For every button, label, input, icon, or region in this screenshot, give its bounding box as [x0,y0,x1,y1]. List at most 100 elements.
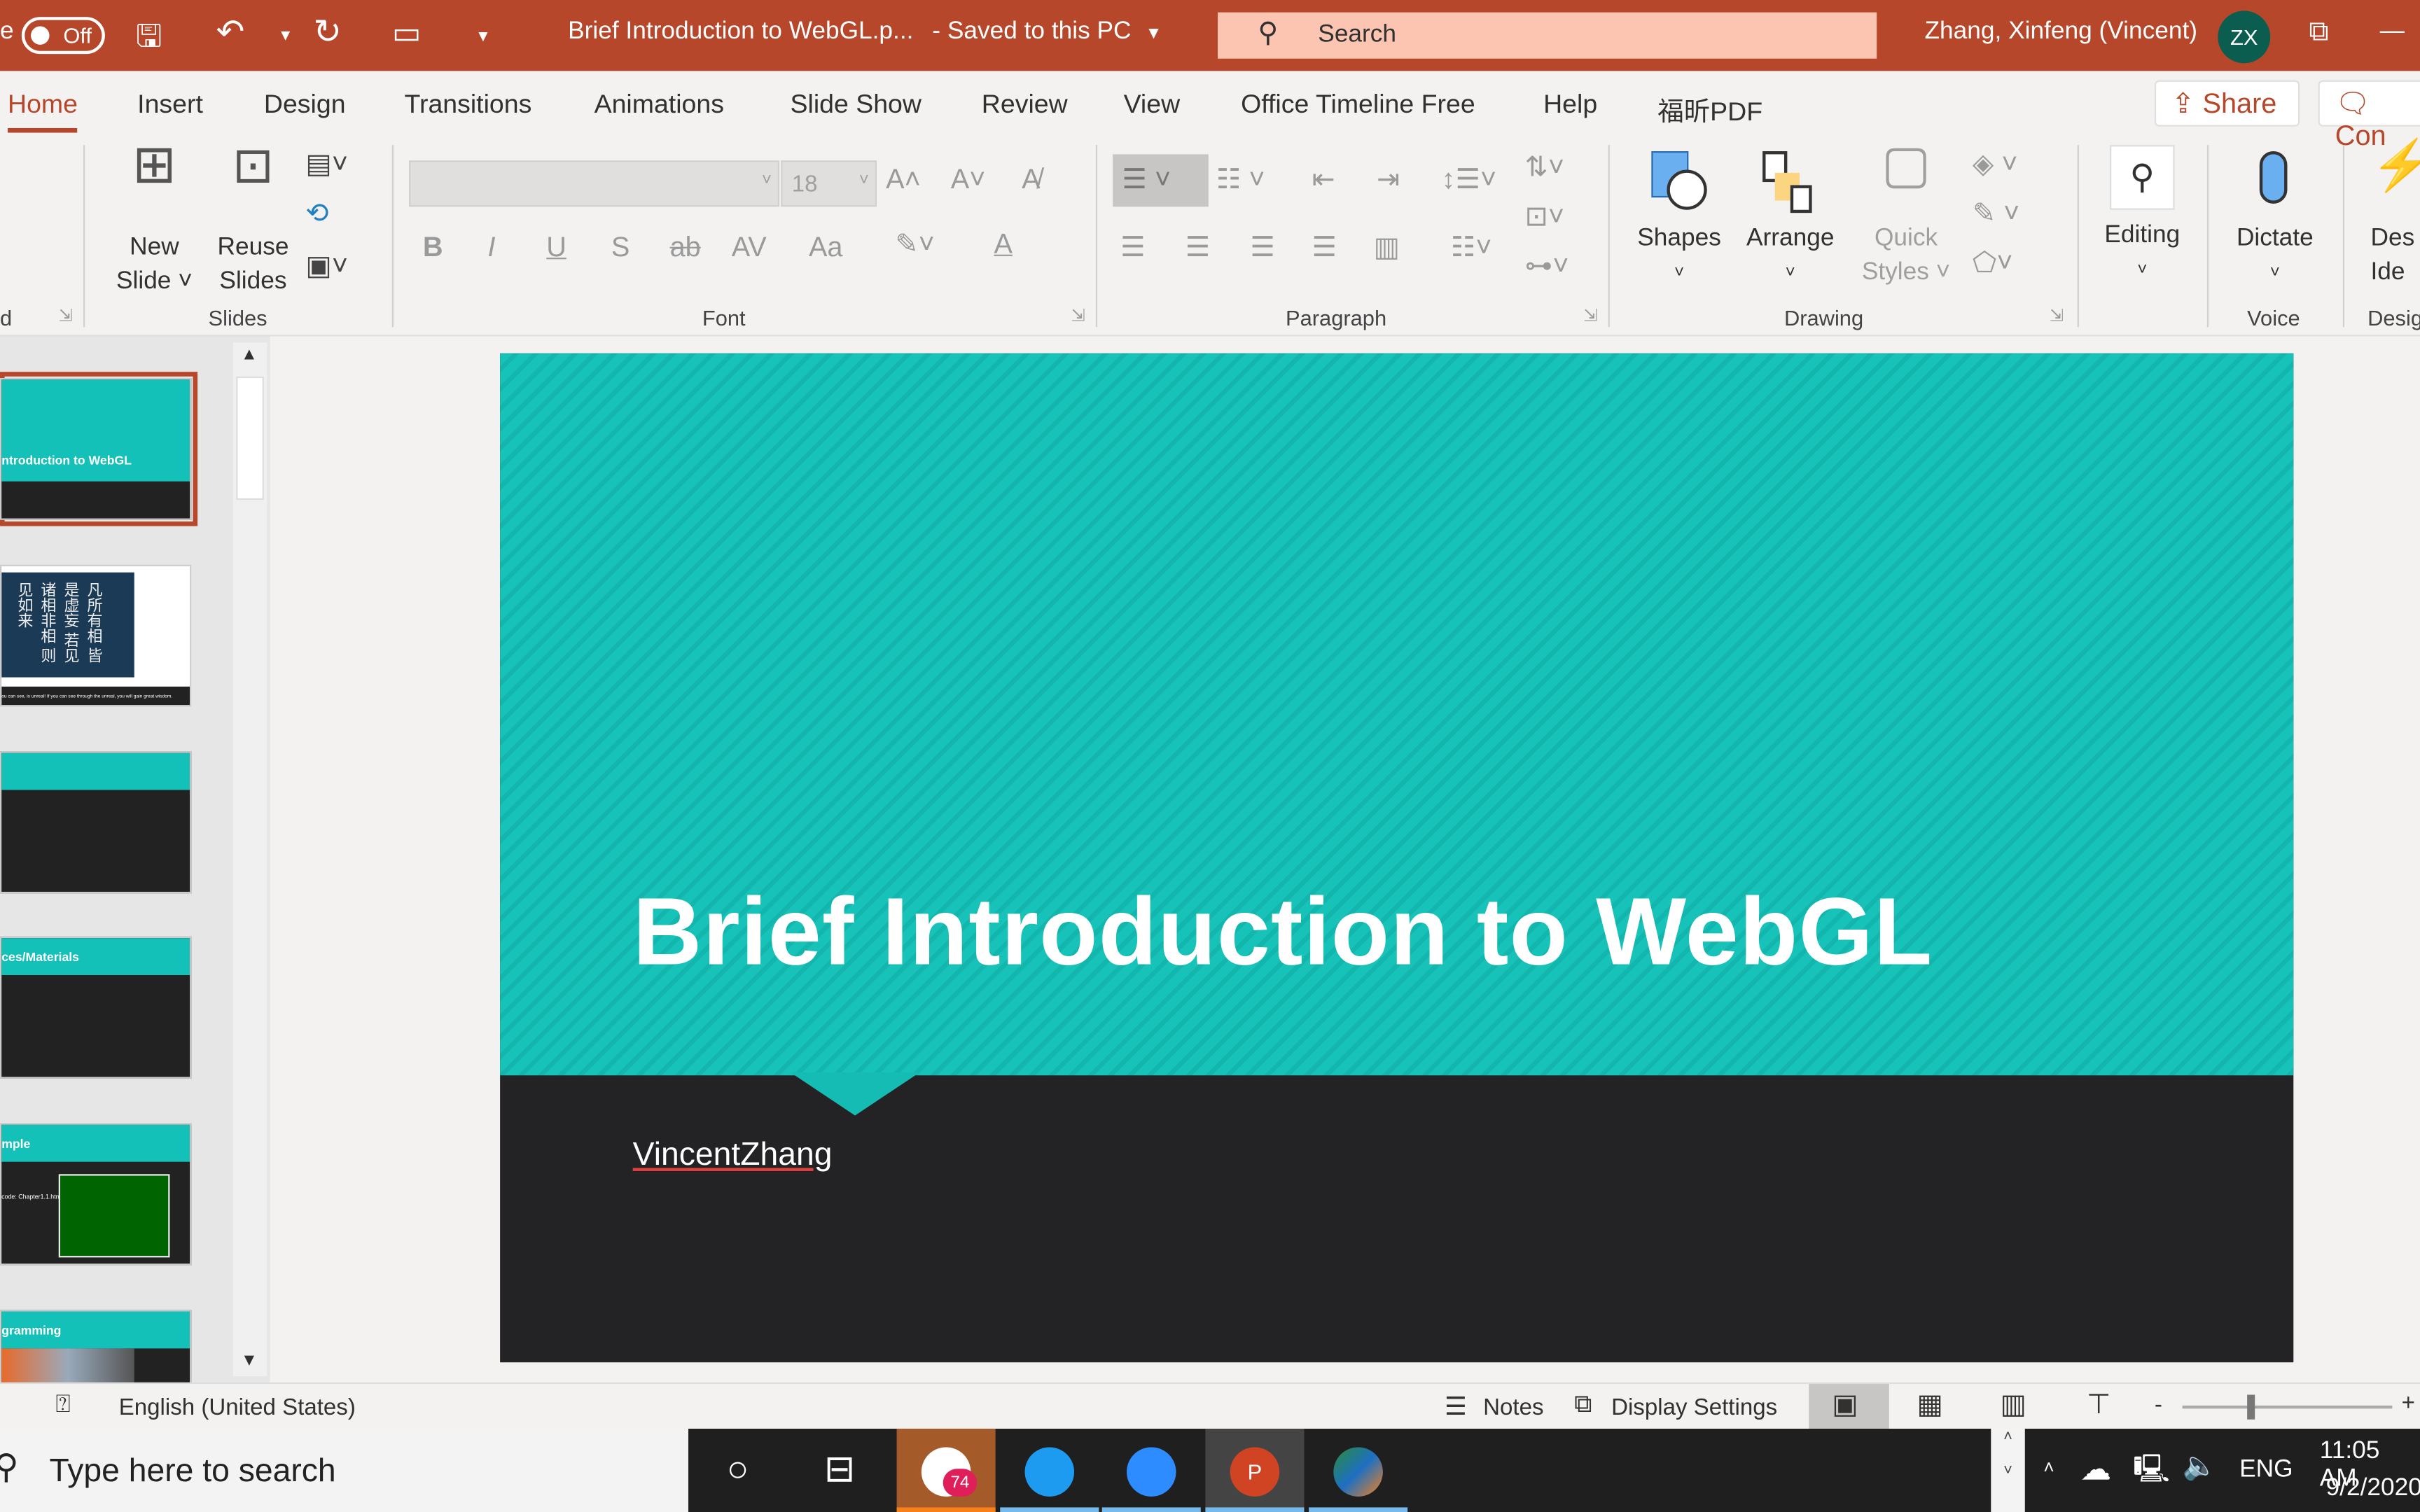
ribbon-display-icon[interactable]: ⧉ [2309,15,2328,48]
decrease-font-icon[interactable]: A˅ [951,164,986,196]
shapes-button[interactable]: Shapes ˅ [1636,148,1722,290]
show-hidden-icons[interactable]: ˄ [2043,1457,2054,1478]
slideshow-view-icon[interactable]: ⊤ [2087,1389,2111,1421]
columns-icon[interactable]: ▥ [1374,232,1400,264]
decrease-indent-icon[interactable]: ⇤ [1312,164,1335,196]
scroll-up-icon[interactable]: ▲ [241,346,258,364]
scroll-thumb[interactable] [236,376,264,500]
reset-icon[interactable]: ⟲ [305,197,328,230]
present-icon[interactable]: ▭ [392,14,422,52]
dialog-launcher-icon[interactable]: ⇲ [1583,305,1597,326]
document-title[interactable]: Brief Introduction to WebGL.p... [568,18,913,46]
italic-button[interactable]: I [487,232,495,264]
font-color-button[interactable]: A [994,228,1012,260]
undo-dropdown-icon[interactable]: ▼ [278,28,293,45]
reuse-slides-button[interactable]: ⊡ Reuse Slides [213,141,293,300]
clock-date[interactable]: 9/2/2020 [2326,1475,2420,1503]
network-icon[interactable]: 🖳 [2133,1450,2170,1497]
text-direction-icon[interactable]: ⇅˅ [1525,151,1564,183]
layout-icon[interactable]: ▤˅ [305,148,348,181]
display-settings-icon[interactable]: ⧉ [1574,1392,1592,1420]
columns-menu-icon[interactable]: ☷˅ [1451,232,1492,264]
zoom-in-icon[interactable]: + [2402,1390,2415,1416]
taskbar-scroll[interactable]: ˄ ˅ [1991,1428,2025,1512]
input-language[interactable]: ENG [2239,1457,2293,1485]
share-button[interactable]: ⇪ Share [2154,80,2300,127]
minimize-icon[interactable]: — [2380,18,2405,46]
slide-thumbnail-6[interactable]: gramming [0,1310,192,1387]
taskbar-search[interactable]: ⚲ Type here to search [0,1428,689,1512]
customize-qat-icon[interactable]: ▾ [478,24,487,46]
powerpoint-taskbar-icon[interactable]: P [1205,1428,1305,1512]
title-dropdown-icon[interactable]: ▼ [1145,24,1162,43]
zoom-taskbar-icon[interactable] [1101,1429,1201,1512]
browser-taskbar-icon[interactable] [1309,1429,1408,1512]
zoom-slider-thumb[interactable] [2247,1394,2255,1420]
slide-thumbnail-5[interactable]: mple code: Chapter1.1.html [0,1123,192,1266]
language-status[interactable]: English (United States) [119,1395,356,1421]
slide-thumbnail-1[interactable]: ntroduction to WebGL [0,378,192,520]
tab-animations[interactable]: Animations [594,90,724,120]
volume-icon[interactable]: 🔈 [2183,1450,2217,1483]
editing-button[interactable]: ⚲ Editing ˅ [2096,145,2188,287]
accessibility-icon[interactable]: ⍰ [55,1392,70,1420]
increase-indent-icon[interactable]: ⇥ [1377,164,1400,196]
dialog-launcher-icon[interactable]: ⇲ [59,305,73,326]
arrange-button[interactable]: Arrange ˅ [1744,148,1837,290]
slide-canvas[interactable]: Brief Introduction to WebGL VincentZhang [500,353,2294,1363]
save-state[interactable]: - Saved to this PC [932,18,1131,46]
tab-view[interactable]: View [1124,90,1181,120]
strikethrough-button[interactable]: ab [670,232,701,264]
thumbnail-scrollbar[interactable]: ▲ ▼ [232,342,267,1377]
search-box[interactable]: ⚲ Search [1218,12,1877,59]
comments-button[interactable]: 🗨 Con [2318,80,2420,151]
align-right-icon[interactable]: ☰ [1250,232,1275,264]
quick-styles-button[interactable]: ▢ Quick Styles ˅ [1858,139,1954,290]
zoom-out-icon[interactable]: - [2155,1392,2162,1418]
section-icon[interactable]: ▣˅ [305,250,348,282]
scroll-down-icon[interactable]: ▼ [241,1352,258,1370]
zoom-slider[interactable] [2182,1405,2393,1409]
tab-insert[interactable]: Insert [137,90,203,120]
smartart-icon[interactable]: ⊶˅ [1525,250,1569,282]
tab-office-timeline[interactable]: Office Timeline Free [1241,90,1475,120]
tab-review[interactable]: Review [982,90,1068,120]
tab-help[interactable]: Help [1543,90,1597,120]
highlight-icon[interactable]: ✎˅ [895,228,934,260]
align-center-icon[interactable]: ☰ [1185,232,1211,264]
tab-design[interactable]: Design [264,90,346,120]
redo-icon[interactable]: ↻ [313,13,342,52]
font-name-box[interactable]: ˅ [409,160,780,207]
undo-icon[interactable]: ↶ [216,13,245,52]
display-settings-button[interactable]: Display Settings [1611,1395,1777,1421]
shape-effects-icon[interactable]: ⬠˅ [1973,247,2013,279]
slack-taskbar-icon[interactable]: 74 [896,1428,996,1512]
reading-view-icon[interactable]: ▥ [2001,1389,2027,1421]
shape-fill-icon[interactable]: ◈ ˅ [1973,148,2018,181]
notes-button[interactable]: Notes [1483,1395,1543,1421]
docker-taskbar-icon[interactable] [1000,1429,1099,1512]
tab-slide-show[interactable]: Slide Show [790,90,921,120]
change-case-button[interactable]: Aa [809,232,843,264]
dialog-launcher-icon[interactable]: ⇲ [2050,305,2064,326]
font-size-box[interactable]: 18 ˅ [781,160,877,207]
numbering-icon[interactable]: ☷ ˅ [1216,164,1265,196]
save-icon[interactable]: 🖫 [136,14,162,66]
slide-thumbnail-4[interactable]: ces/Materials [0,936,192,1079]
avatar[interactable]: ZX [2218,10,2271,64]
tab-foxit-pdf[interactable]: 福昕PDF [1657,90,1762,128]
new-slide-button[interactable]: ⊞ New Slide ˅ [114,139,195,300]
slide-thumbnail-3[interactable] [0,751,192,894]
slide-title[interactable]: Brief Introduction to WebGL [633,878,1933,987]
tab-transitions[interactable]: Transitions [404,90,531,120]
dictate-button[interactable]: Dictate ˅ [2229,148,2321,290]
line-spacing-icon[interactable]: ↕☰˅ [1442,164,1497,196]
clear-formatting-icon[interactable]: A̸ [1022,164,1040,196]
slide-thumbnail-2[interactable]: 凡所有相 皆是虚妄 若见诸相非相 则见如来 ou can see, is unre… [0,564,192,707]
align-text-icon[interactable]: ⊡˅ [1525,201,1564,233]
tab-home[interactable]: Home [8,90,78,133]
notes-icon[interactable]: ☰ [1445,1392,1467,1422]
bold-button[interactable]: B [423,232,443,264]
increase-font-icon[interactable]: A˄ [886,164,921,196]
align-left-icon[interactable]: ☰ [1120,232,1146,264]
